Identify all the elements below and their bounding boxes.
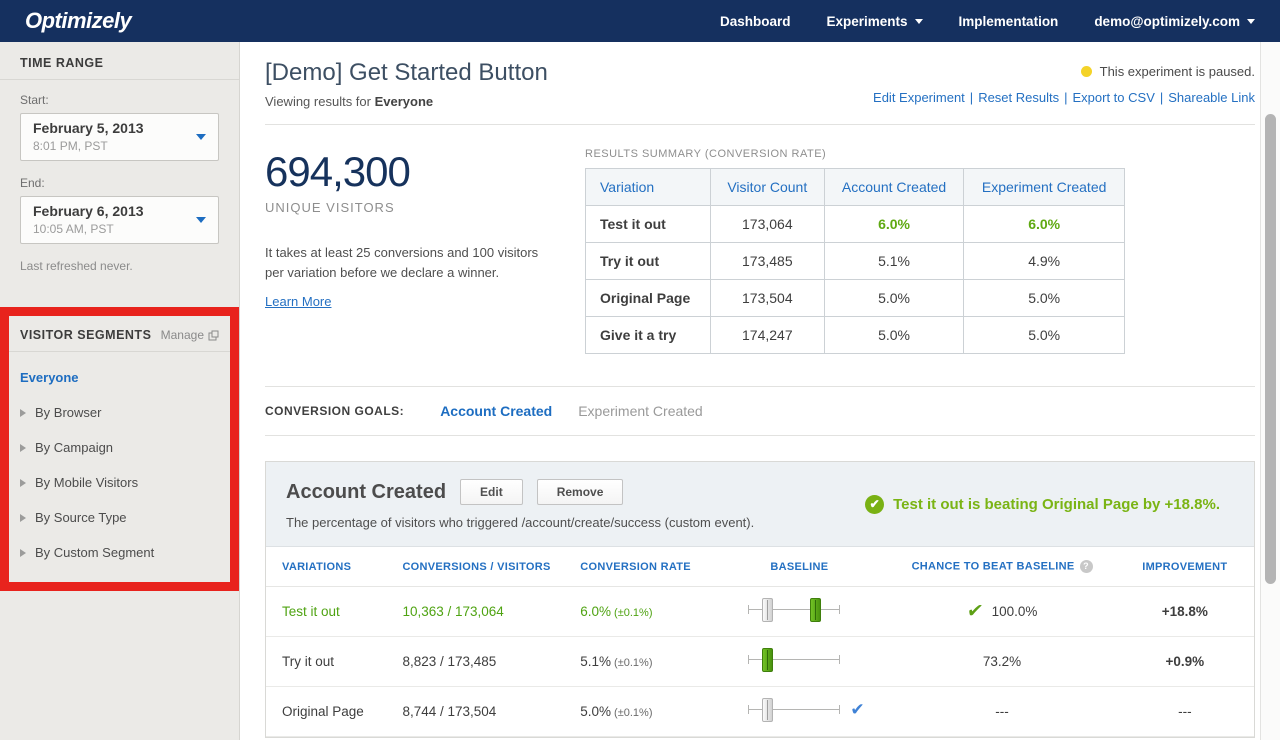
- segment-by-custom-segment[interactable]: By Custom Segment: [20, 535, 219, 570]
- segment-by-mobile-visitors[interactable]: By Mobile Visitors: [20, 465, 219, 500]
- variation-marker: [762, 648, 773, 672]
- col-conversion-rate: CONVERSION RATE: [572, 547, 730, 587]
- remove-goal-button[interactable]: Remove: [537, 479, 624, 505]
- nav-menu: Dashboard Experiments Implementation dem…: [720, 14, 1255, 29]
- start-date-value: February 5, 2013: [33, 120, 192, 136]
- reset-results-link[interactable]: Reset Results: [978, 90, 1059, 105]
- results-summary-label: RESULTS SUMMARY (CONVERSION RATE): [585, 148, 1255, 160]
- conversion-goals-bar: CONVERSION GOALS: Account Created Experi…: [265, 386, 1255, 436]
- experiment-action-links: Edit Experiment|Reset Results|Export to …: [873, 90, 1255, 105]
- end-date-value: February 6, 2013: [33, 203, 192, 219]
- top-navbar: Optimizely Dashboard Experiments Impleme…: [0, 0, 1280, 42]
- table-row: Test it out 173,064 6.0% 6.0%: [586, 206, 1125, 243]
- col-baseline: BASELINE: [730, 547, 888, 587]
- table-row: Try it out 173,485 5.1% 4.9%: [586, 243, 1125, 280]
- export-csv-link[interactable]: Export to CSV: [1073, 90, 1155, 105]
- visitor-segments-heading: VISITOR SEGMENTS: [20, 328, 151, 342]
- tab-account-created[interactable]: Account Created: [440, 403, 552, 419]
- winner-check-icon: ✔: [965, 600, 984, 623]
- end-label: End:: [20, 176, 219, 190]
- shareable-link[interactable]: Shareable Link: [1168, 90, 1255, 105]
- last-refreshed-note: Last refreshed never.: [20, 259, 219, 273]
- experiment-status: This experiment is paused.: [1081, 64, 1255, 79]
- caret-down-icon: [196, 134, 206, 140]
- segment-by-source-type[interactable]: By Source Type: [20, 500, 219, 535]
- scrollbar-thumb[interactable]: [1265, 114, 1276, 584]
- segment-list: Everyone By Browser By Campaign By Mobil…: [9, 352, 230, 582]
- main-content: [Demo] Get Started Button Viewing result…: [240, 42, 1280, 740]
- nav-experiments[interactable]: Experiments: [827, 14, 923, 29]
- baseline-check-icon: ✔: [850, 700, 864, 720]
- results-summary-block: RESULTS SUMMARY (CONVERSION RATE) Variat…: [585, 148, 1255, 354]
- caret-down-icon: [196, 217, 206, 223]
- time-range-heading: TIME RANGE: [0, 42, 239, 80]
- goal-description: The percentage of visitors who triggered…: [286, 515, 754, 530]
- goal-title: Account Created: [286, 481, 446, 504]
- expand-arrow-icon: [20, 444, 26, 452]
- help-icon[interactable]: ?: [1080, 560, 1093, 573]
- nav-account[interactable]: demo@optimizely.com: [1094, 14, 1255, 29]
- unique-visitors-block: 694,300 UNIQUE VISITORS It takes at leas…: [265, 148, 585, 354]
- nav-dashboard[interactable]: Dashboard: [720, 14, 791, 29]
- col-visitor-count: Visitor Count: [710, 169, 824, 206]
- segment-everyone[interactable]: Everyone: [20, 360, 219, 395]
- caret-down-icon: [915, 19, 923, 24]
- variation-marker: [810, 598, 821, 622]
- manage-segments-link[interactable]: Manage: [161, 328, 219, 342]
- page-title: [Demo] Get Started Button: [265, 59, 548, 87]
- paused-status-icon: [1081, 66, 1092, 77]
- confidence-interval-widget: [748, 647, 840, 673]
- baseline-marker: [762, 598, 773, 622]
- unique-visitors-label: UNIQUE VISITORS: [265, 200, 585, 215]
- edit-experiment-link[interactable]: Edit Experiment: [873, 90, 965, 105]
- edit-goal-button[interactable]: Edit: [460, 479, 523, 505]
- col-variations: VARIATIONS: [266, 547, 394, 587]
- table-row: Original Page 173,504 5.0% 5.0%: [586, 280, 1125, 317]
- goal-card-account-created: Account Created Edit Remove The percenta…: [265, 461, 1255, 738]
- segment-by-campaign[interactable]: By Campaign: [20, 430, 219, 465]
- nav-implementation[interactable]: Implementation: [959, 14, 1059, 29]
- current-segment: Everyone: [375, 94, 434, 109]
- external-link-icon: [208, 330, 219, 341]
- col-experiment-created: Experiment Created: [964, 169, 1125, 206]
- end-time-value: 10:05 AM, PST: [33, 222, 192, 236]
- confidence-interval-widget: [748, 597, 840, 623]
- vertical-scrollbar[interactable]: [1260, 42, 1280, 740]
- table-row: Test it out 10,363 / 173,064 6.0%(±0.1%): [266, 587, 1254, 637]
- confidence-interval-widget: [748, 697, 840, 723]
- expand-arrow-icon: [20, 549, 26, 557]
- start-time-value: 8:01 PM, PST: [33, 139, 192, 153]
- col-chance-to-beat: CHANCE TO BEAT BASELINE?: [888, 547, 1115, 587]
- conversion-goals-label: CONVERSION GOALS:: [265, 404, 404, 418]
- expand-arrow-icon: [20, 514, 26, 522]
- col-conversions-visitors: CONVERSIONS / VISITORS: [394, 547, 572, 587]
- expand-arrow-icon: [20, 409, 26, 417]
- visitor-segments-highlight-box: VISITOR SEGMENTS Manage Everyone By Brow…: [0, 307, 239, 591]
- end-date-select[interactable]: February 6, 2013 10:05 AM, PST: [20, 196, 219, 244]
- winner-message: ✔ Test it out is beating Original Page b…: [865, 495, 1234, 514]
- col-account-created: Account Created: [824, 169, 964, 206]
- start-date-select[interactable]: February 5, 2013 8:01 PM, PST: [20, 113, 219, 161]
- expand-arrow-icon: [20, 479, 26, 487]
- table-row: Give it a try 174,247 5.0% 5.0%: [586, 317, 1125, 354]
- start-label: Start:: [20, 93, 219, 107]
- winner-threshold-note: It takes at least 25 conversions and 100…: [265, 243, 555, 282]
- baseline-marker: [762, 698, 773, 722]
- table-row: Original Page 8,744 / 173,504 5.0%(±0.1%…: [266, 687, 1254, 737]
- time-range-section: TIME RANGE Start: February 5, 2013 8:01 …: [0, 42, 239, 273]
- learn-more-link[interactable]: Learn More: [265, 294, 331, 309]
- segment-by-browser[interactable]: By Browser: [20, 395, 219, 430]
- check-circle-icon: ✔: [865, 495, 884, 514]
- goal-results-table: VARIATIONS CONVERSIONS / VISITORS CONVER…: [266, 547, 1254, 737]
- col-variation: Variation: [586, 169, 711, 206]
- table-row: Try it out 8,823 / 173,485 5.1%(±0.1%): [266, 637, 1254, 687]
- optimizely-logo[interactable]: Optimizely: [25, 8, 131, 34]
- col-improvement: IMPROVEMENT: [1116, 547, 1254, 587]
- sidebar: TIME RANGE Start: February 5, 2013 8:01 …: [0, 42, 240, 740]
- tab-experiment-created[interactable]: Experiment Created: [578, 403, 703, 419]
- unique-visitors-count: 694,300: [265, 148, 585, 196]
- caret-down-icon: [1247, 19, 1255, 24]
- viewing-results-subtitle: Viewing results for Everyone: [265, 94, 548, 109]
- results-summary-table: Variation Visitor Count Account Created …: [585, 168, 1125, 354]
